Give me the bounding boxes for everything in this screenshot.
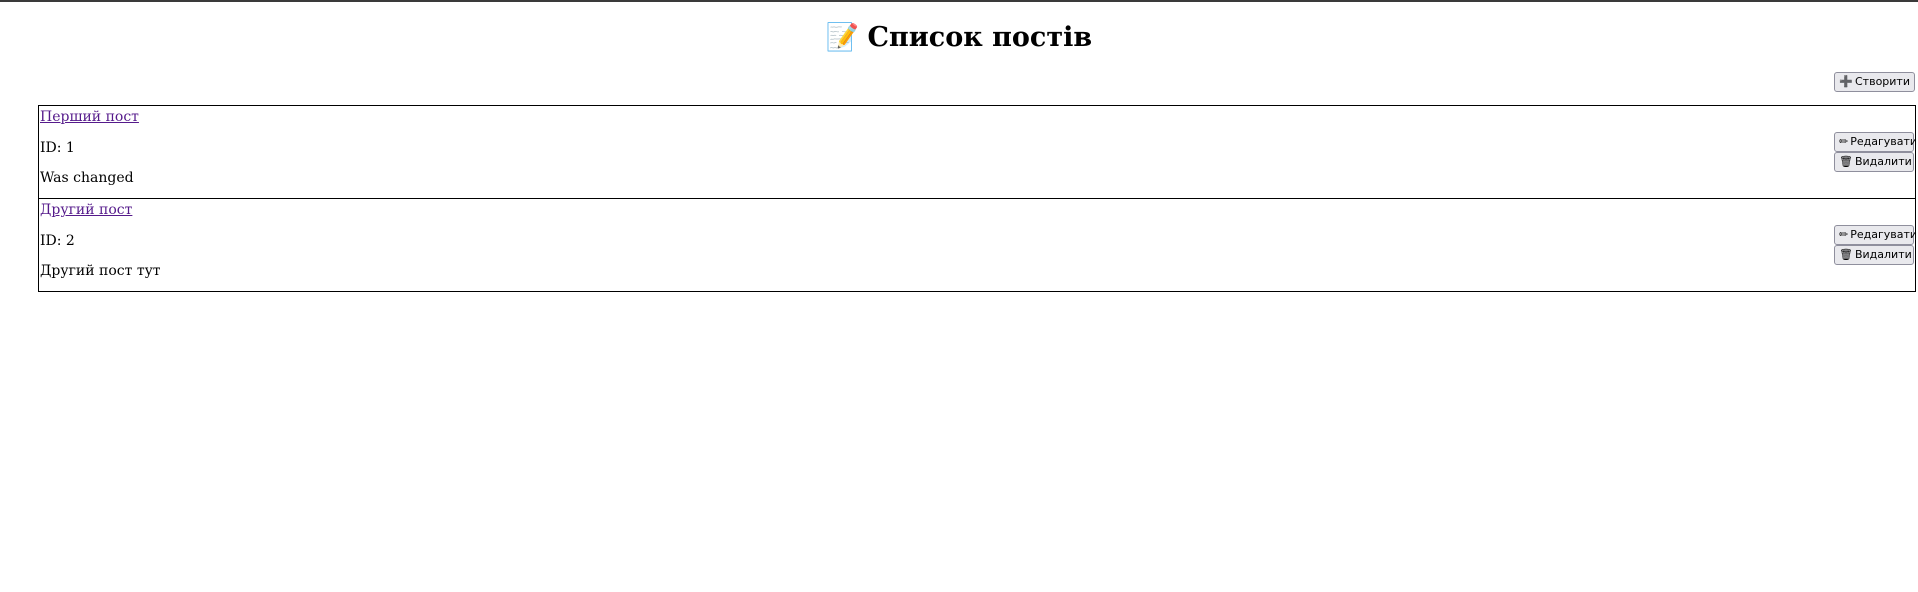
page-title: 📝 Список постів (0, 18, 1918, 58)
edit-button[interactable]: ✏ Редагувати (1834, 132, 1918, 152)
delete-button[interactable]: 🗑 Видалити (1834, 152, 1914, 172)
create-button-label: Створити (1855, 75, 1910, 88)
memo-icon: 📝 (825, 22, 860, 53)
post-actions: ✏ Редагувати 🗑 Видалити (1834, 132, 1918, 172)
create-button[interactable]: ➕ Створити (1834, 72, 1915, 92)
post-body: Другий пост тут (40, 263, 161, 279)
post-item: Перший пост ID: 1 Was changed ✏ Редагуват… (38, 105, 1918, 199)
plus-icon: ➕ (1839, 75, 1853, 88)
delete-button-label: Видалити (1854, 248, 1912, 261)
trash-icon: 🗑 (1839, 248, 1853, 261)
post-item: Другий пост ID: 2 Другий пост тут ✏ Редаг… (38, 198, 1918, 292)
page: 📝 Список постів ➕ Створити Перший пост ID:… (0, 0, 1918, 592)
delete-button-label: Видалити (1854, 155, 1912, 168)
page-title-text: Список постів (867, 22, 1093, 53)
edit-button-label: Редагувати (1850, 135, 1918, 148)
delete-button[interactable]: 🗑 Видалити (1834, 245, 1914, 265)
trash-icon: 🗑 (1839, 155, 1853, 168)
post-list: Перший пост ID: 1 Was changed ✏ Редагуват… (38, 105, 1918, 292)
post-id: ID: 1 (40, 140, 75, 156)
edit-button[interactable]: ✏ Редагувати (1834, 225, 1918, 245)
post-id: ID: 2 (40, 233, 75, 249)
post-title-link[interactable]: Перший пост (40, 108, 139, 126)
edit-button-label: Редагувати (1850, 228, 1918, 241)
post-body: Was changed (40, 170, 134, 186)
pencil-icon: ✏ (1839, 135, 1849, 148)
post-title-link[interactable]: Другий пост (40, 201, 132, 219)
post-actions: ✏ Редагувати 🗑 Видалити (1834, 225, 1918, 265)
pencil-icon: ✏ (1839, 228, 1849, 241)
